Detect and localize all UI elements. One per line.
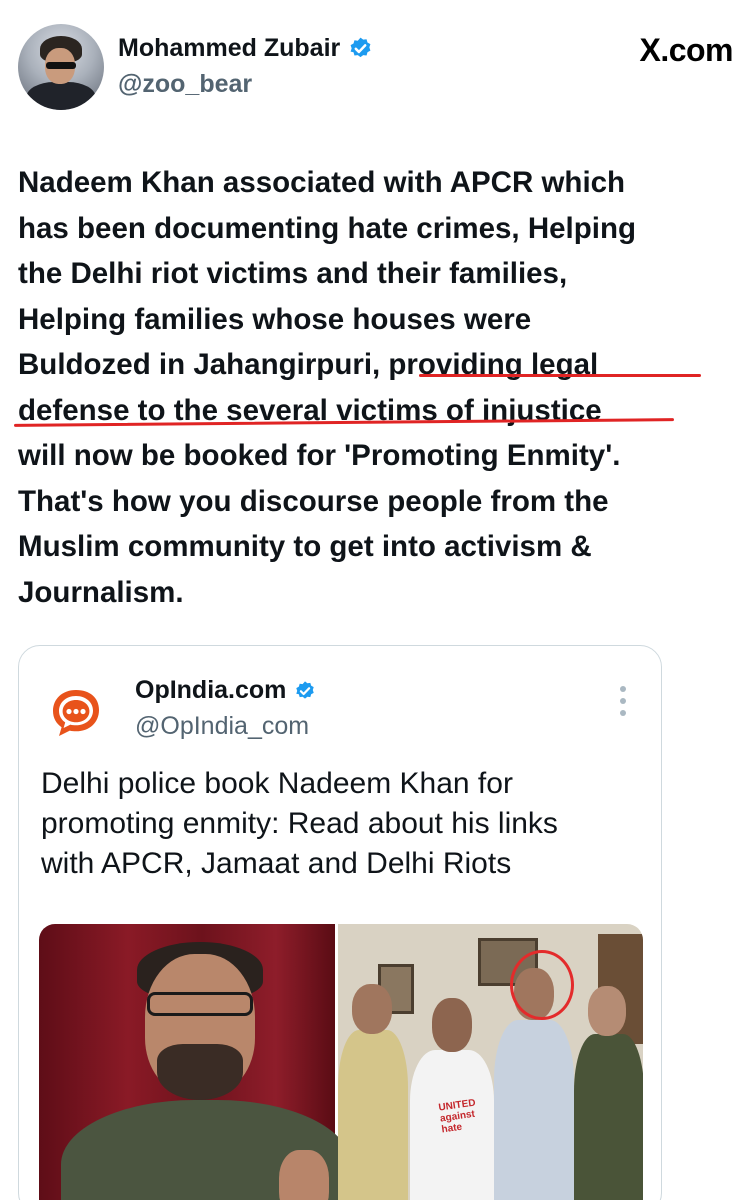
opindia-logo-icon bbox=[53, 690, 99, 736]
quoted-display-name[interactable]: OpIndia.com bbox=[135, 676, 286, 705]
quoted-name-row: OpIndia.com bbox=[135, 676, 316, 705]
red-underline-annotation bbox=[419, 374, 701, 377]
tweet-text: Nadeem Khan associated with APCR which h… bbox=[18, 160, 733, 615]
tweet-line: Buldozed in Jahangirpuri, providing lega… bbox=[18, 348, 599, 381]
tweet-line: the Delhi riot victims and their familie… bbox=[18, 257, 568, 290]
quoted-tweet-card[interactable]: OpIndia.com @OpIndia_com Delhi police bo… bbox=[18, 645, 662, 1200]
photo-group: UNITED against hate bbox=[338, 924, 643, 1200]
quoted-tweet-text: Delhi police book Nadeem Khan for promot… bbox=[41, 764, 641, 884]
quoted-text-line: with APCR, Jamaat and Delhi Riots bbox=[41, 847, 512, 880]
quoted-text-line: Delhi police book Nadeem Khan for bbox=[41, 767, 513, 800]
site-label: X.com bbox=[639, 32, 733, 68]
more-options-icon[interactable] bbox=[619, 686, 627, 716]
tweet-line: Helping families whose houses were bbox=[18, 302, 532, 336]
author-display-name[interactable]: Mohammed Zubair bbox=[118, 34, 340, 63]
tweet-header: Mohammed Zubair @zoo_bear X.com bbox=[18, 24, 733, 114]
quoted-handle[interactable]: @OpIndia_com bbox=[135, 712, 309, 741]
tweet-line: That's how you discourse people from the bbox=[18, 484, 609, 518]
tweet-line: Nadeem Khan associated with APCR which bbox=[18, 166, 626, 199]
red-circle-annotation bbox=[510, 950, 574, 1020]
author-name-row: Mohammed Zubair bbox=[118, 34, 373, 63]
tweet-line: has been documenting hate crimes, Helpin… bbox=[18, 211, 636, 245]
tweet-line: will now be booked for 'Promoting Enmity… bbox=[18, 439, 621, 472]
tweet-line: defense to the several victims of injust… bbox=[18, 393, 602, 427]
photo-left-person bbox=[39, 924, 351, 1200]
author-handle[interactable]: @zoo_bear bbox=[118, 70, 252, 99]
shirt-print-text: UNITED against hate bbox=[437, 1097, 477, 1136]
verified-badge-icon bbox=[350, 37, 371, 58]
tweet-line: Journalism. bbox=[18, 575, 184, 609]
tweet-line: Muslim community to get into activism & bbox=[18, 530, 592, 563]
author-avatar[interactable] bbox=[18, 24, 104, 110]
verified-badge-icon bbox=[296, 680, 315, 699]
quoted-text-line: promoting enmity: Read about his links bbox=[41, 807, 558, 840]
quoted-tweet-image[interactable]: UNITED against hate bbox=[39, 924, 643, 1200]
